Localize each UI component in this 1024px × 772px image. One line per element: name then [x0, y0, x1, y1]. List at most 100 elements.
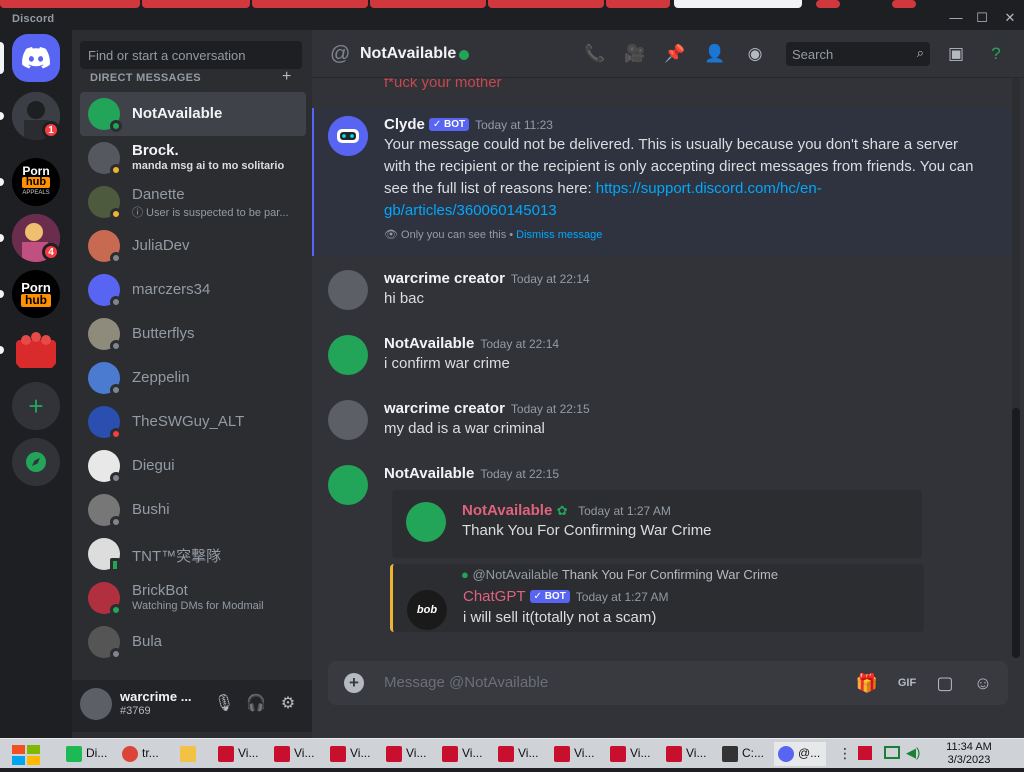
status-idle-icon [110, 164, 122, 176]
message-timestamp: Today at 11:23 [475, 118, 553, 132]
taskbar-app-spotify[interactable]: Di... [62, 742, 114, 766]
taskbar-app-chrome[interactable]: tr... [118, 742, 170, 766]
help-icon[interactable]: ? [984, 42, 1008, 66]
dm-item-bula[interactable]: Bula [80, 620, 306, 664]
video-call-icon[interactable]: 🎥 [623, 42, 647, 66]
mention-badge: 1 [42, 121, 60, 139]
headphones-icon[interactable]: 🎧 [244, 692, 268, 716]
message-author[interactable]: NotAvailable [384, 465, 474, 482]
dm-item-theswguy-alt[interactable]: TheSWGuy_ALT [80, 400, 306, 444]
message-author[interactable]: ChatGPT [463, 588, 526, 605]
dm-item-tnt[interactable]: TNT™突撃隊 [80, 532, 306, 576]
explore-servers-button[interactable] [12, 438, 60, 486]
inbox-icon[interactable]: ▣ [944, 42, 968, 66]
taskbar-app-video[interactable]: Vi... [382, 742, 434, 766]
maximize-button[interactable]: ☐ [972, 10, 992, 26]
dm-name: Bushi [132, 501, 170, 518]
microphone-icon[interactable]: 🎙 [212, 692, 236, 716]
dm-item-brock[interactable]: Brock. manda msg ai to mo solitario [80, 136, 306, 180]
volume-icon[interactable]: ◀) [906, 745, 920, 761]
message-author[interactable]: NotAvailable [384, 335, 474, 352]
avatar[interactable] [328, 465, 368, 505]
dm-item-juliadev[interactable]: JuliaDev [80, 224, 306, 268]
create-dm-button[interactable]: + [282, 68, 291, 86]
ephemeral-message: Clyde ✓ BOT Today at 11:23 Your message co… [312, 108, 1012, 256]
dm-name: Danette [132, 186, 185, 203]
avatar[interactable] [328, 335, 368, 375]
minimize-button[interactable]: — [946, 10, 966, 25]
message-author[interactable]: Clyde [384, 116, 425, 133]
dismiss-message-link[interactable]: Dismiss message [516, 229, 602, 241]
taskbar-app-video[interactable]: Vi... [214, 742, 266, 766]
dm-item-zeppelin[interactable]: Zeppelin [80, 356, 306, 400]
taskbar-app-discord[interactable]: @... [774, 742, 826, 766]
taskbar-app-video[interactable]: Vi... [438, 742, 490, 766]
taskbar-app-video[interactable]: Vi... [550, 742, 602, 766]
message-clipped: f*uck your mother [312, 78, 1012, 92]
taskbar-app-video[interactable]: Vi... [270, 742, 322, 766]
dm-item-marczers34[interactable]: marczers34 [80, 268, 306, 312]
add-server-button[interactable]: + [12, 382, 60, 430]
close-button[interactable]: ✕ [1000, 10, 1020, 26]
reply-preview[interactable]: ● @NotAvailable Thank You For Confirming… [461, 567, 778, 582]
home-indicator [0, 42, 4, 74]
message-text: my dad is a war criminal [384, 420, 545, 437]
gear-icon[interactable]: ⚙ [276, 692, 300, 716]
message-timestamp: Today at 22:15 [510, 402, 590, 416]
sticker-icon[interactable]: ▢ [932, 671, 958, 695]
video-app-icon [442, 746, 458, 762]
find-conversation-button[interactable]: Find or start a conversation [80, 41, 302, 69]
search-input[interactable]: Search ⌕ [786, 42, 930, 66]
gift-icon[interactable]: 🎁 [854, 671, 880, 695]
taskbar-app-explorer[interactable] [176, 742, 206, 766]
message-author[interactable]: warcrime creator [384, 400, 505, 417]
bot-badge: ✓ BOT [428, 118, 470, 131]
server-icon-porn-hub[interactable]: Porn hub [12, 270, 60, 318]
scrollbar[interactable] [1012, 78, 1020, 658]
taskbar-app-video[interactable]: Vi... [606, 742, 658, 766]
message-input[interactable]: Message @NotAvailable [384, 674, 548, 691]
avatar[interactable] [328, 400, 368, 440]
dm-name: Zeppelin [132, 369, 190, 386]
message-timestamp: Today at 1:27 AM [575, 590, 669, 604]
pin-icon[interactable]: 📌 [663, 42, 687, 66]
windows-start-icon[interactable] [10, 743, 42, 767]
message-author[interactable]: warcrime creator [384, 270, 505, 287]
scrollbar-thumb[interactable] [1012, 408, 1020, 658]
add-friend-icon[interactable]: 👤 [703, 42, 727, 66]
emoji-icon[interactable]: ☺ [970, 671, 996, 695]
taskbar-app-video[interactable]: Vi... [326, 742, 378, 766]
system-clock[interactable]: 11:34 AM 3/3/2023 [934, 741, 1004, 767]
taskbar-app-cmd[interactable]: C:... [718, 742, 770, 766]
taskbar-app-video[interactable]: Vi... [662, 742, 714, 766]
gif-button[interactable]: GIF [894, 671, 920, 695]
network-icon[interactable] [884, 746, 900, 759]
more-icon[interactable]: ⋮ [838, 745, 852, 762]
dm-item-diegui[interactable]: Diegui [80, 444, 306, 488]
server-icon-roblox[interactable] [12, 326, 60, 374]
status-mobile-icon [110, 558, 120, 572]
dm-item-notavailable[interactable]: NotAvailable [80, 92, 306, 136]
flag-icon[interactable] [858, 746, 872, 760]
dm-item-danette[interactable]: Danette ⓘ User is suspected to be par... [80, 180, 306, 224]
message-author[interactable]: NotAvailable [462, 502, 552, 519]
status-online-icon [110, 604, 122, 616]
status-offline-icon [110, 648, 122, 660]
compass-icon [26, 452, 46, 472]
dm-item-bushi[interactable]: Bushi [80, 488, 306, 532]
user-profile-icon[interactable]: ◉ [743, 42, 767, 66]
home-button[interactable] [12, 34, 60, 82]
taskbar-app-video[interactable]: Vi... [494, 742, 546, 766]
avatar[interactable] [328, 270, 368, 310]
clock-date: 3/3/2023 [947, 754, 991, 766]
user-avatar[interactable] [80, 688, 112, 720]
server-icon-porn-appeals[interactable]: Porn hub APPEALS [12, 158, 60, 206]
search-placeholder: Search [792, 47, 834, 62]
message-text: Thank You For Confirming War Crime [462, 522, 712, 539]
voice-call-icon[interactable]: 📞 [583, 42, 607, 66]
dm-item-brickbot[interactable]: BrickBot Watching DMs for Modmail [80, 576, 306, 620]
dm-item-butterflys[interactable]: Butterflys [80, 312, 306, 356]
terminal-icon [722, 746, 738, 762]
server-logo-text-3: APPEALS [22, 189, 50, 196]
upload-plus-icon[interactable]: + [344, 673, 364, 693]
